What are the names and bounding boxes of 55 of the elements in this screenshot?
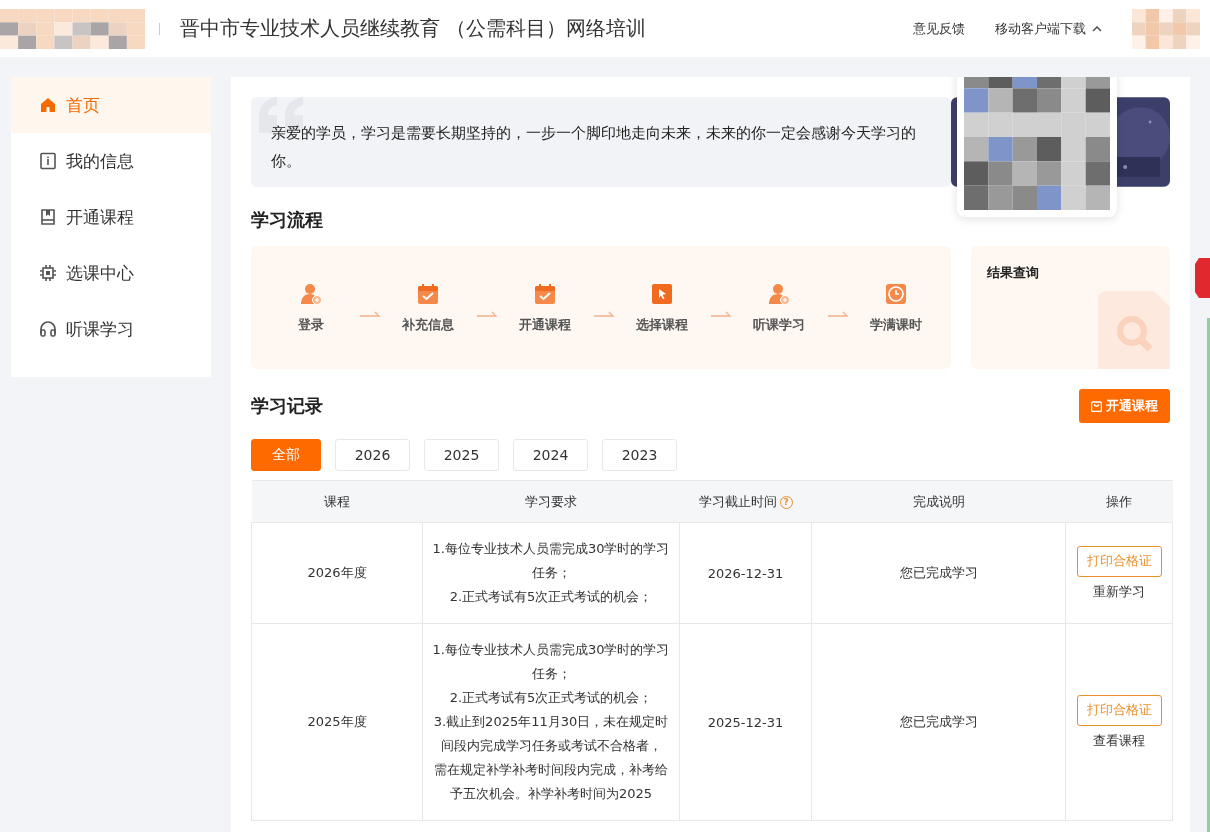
person-icon bbox=[767, 281, 791, 306]
clock-icon bbox=[884, 281, 908, 306]
person-icon bbox=[299, 281, 323, 306]
book-icon bbox=[38, 207, 58, 227]
calendar-icon bbox=[533, 281, 557, 306]
sidebar-item[interactable]: 开通课程 bbox=[11, 189, 211, 245]
home-icon bbox=[38, 95, 58, 115]
requirement-text: 1.每位专业技术人员需完成30学时的学习任务； bbox=[431, 641, 671, 683]
sidebar-item[interactable]: 听课学习 bbox=[11, 301, 211, 357]
cursor-icon bbox=[650, 281, 674, 306]
bag-icon bbox=[1091, 400, 1102, 412]
table-cell: 2026-12-31 bbox=[679, 522, 812, 624]
requirement-text: 需在规定补学补考时间段内完成，补考给予五次机会。补学补考时间为2025 bbox=[433, 761, 669, 803]
table-cell: 2025-12-31 bbox=[679, 623, 812, 821]
search-icon bbox=[1098, 291, 1170, 369]
headphones-icon bbox=[38, 319, 58, 339]
site-title: 晋中市专业技术人员继续教育 （公需科目）网络培训 bbox=[180, 15, 648, 42]
step-label: 听课学习 bbox=[753, 315, 805, 334]
requirement-text: 2.正式考试有5次正式考试的机会； bbox=[448, 689, 654, 707]
requirement-text: 1.每位专业技术人员需完成30学时的学习任务； bbox=[431, 540, 671, 582]
table-cell: 2026年度 bbox=[251, 522, 423, 624]
card-title: 结果查询 bbox=[987, 264, 1039, 282]
step-label: 补充信息 bbox=[402, 315, 454, 334]
step-label: 开通课程 bbox=[519, 315, 571, 334]
calendar-icon bbox=[416, 281, 440, 306]
year-tab[interactable]: 2024 bbox=[513, 439, 588, 471]
info-icon bbox=[38, 151, 58, 171]
feedback-link[interactable]: 意见反馈 bbox=[913, 19, 965, 38]
year-tab[interactable]: 2026 bbox=[335, 439, 410, 471]
step-label: 登录 bbox=[298, 315, 324, 334]
requirement-text: 2.正式考试有5次正式考试的机会； bbox=[448, 588, 654, 606]
section-title: 学习流程 bbox=[251, 208, 324, 232]
column-header: 操作 bbox=[1065, 480, 1173, 523]
action-link[interactable]: 重新学习 bbox=[1093, 582, 1145, 601]
requirement-text: 3.截止到2025年11月30日，未在规定时间段内完成学习任务或考试不合格者， bbox=[432, 713, 670, 755]
table-cell: 2025年度 bbox=[251, 623, 423, 821]
action-link[interactable]: 查看课程 bbox=[1093, 731, 1145, 750]
tag-icon bbox=[1195, 258, 1210, 298]
table-cell: 您已完成学习 bbox=[811, 623, 1066, 821]
sidebar-item[interactable]: 选课中心 bbox=[11, 245, 211, 301]
column-header: 学习截止时间 bbox=[698, 493, 777, 509]
chip-icon bbox=[38, 263, 58, 283]
column-header: 完成说明 bbox=[811, 480, 1066, 523]
download-menu[interactable]: 移动客户端下载 bbox=[995, 19, 1102, 38]
banner-text: 亲爱的学员，学习是需要长期坚持的，一步一个脚印地走向未来，未来的你一定会感谢今天学习的你。 bbox=[271, 123, 917, 172]
step-label: 选择课程 bbox=[636, 315, 688, 334]
section-title: 学习记录 bbox=[251, 394, 323, 418]
column-header: 课程 bbox=[251, 480, 423, 523]
sidebar-item[interactable]: 我的信息 bbox=[11, 133, 211, 189]
year-tab[interactable]: 2025 bbox=[424, 439, 499, 471]
column-header: 学习要求 bbox=[422, 480, 680, 523]
year-tab[interactable]: 2023 bbox=[602, 439, 677, 471]
step-label: 学满课时 bbox=[870, 315, 922, 334]
result-card[interactable]: 结果查询 bbox=[971, 246, 1170, 369]
table-cell: 您已完成学习 bbox=[811, 522, 1066, 624]
